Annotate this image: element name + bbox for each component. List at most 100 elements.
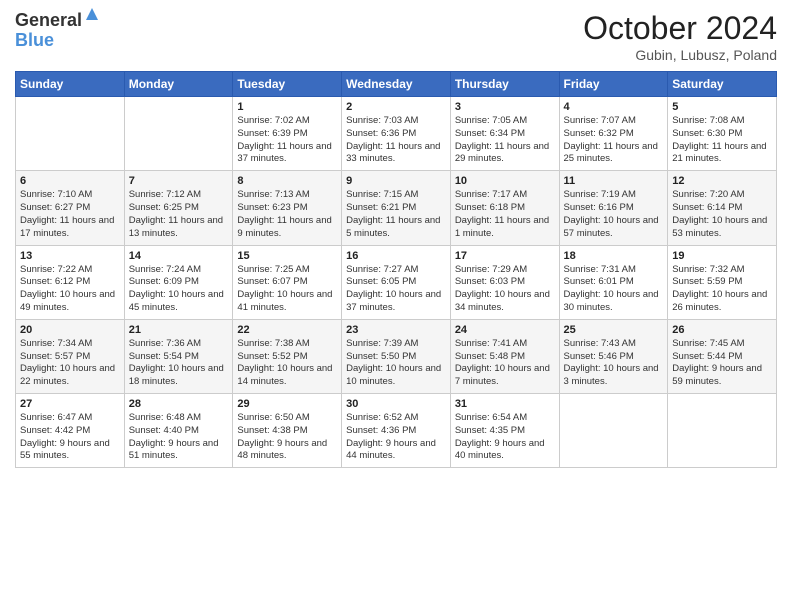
calendar-cell: 1Sunrise: 7:02 AMSunset: 6:39 PMDaylight… [233,97,342,171]
day-info: Sunrise: 7:43 AMSunset: 5:46 PMDaylight:… [564,338,664,389]
calendar-cell: 28 Sunrise: 6:48 AMSunset: 4:40 PMDayligh… [124,394,233,468]
day-info: Sunrise: 6:50 AMSunset: 4:38 PMDaylight:… [237,412,337,463]
calendar-cell: 13 Sunrise: 7:22 AMSunset: 6:12 PMDayligh… [16,245,125,319]
month-title: October 2024 [583,10,777,47]
day-info: Sunrise: 7:39 AMSunset: 5:50 PMDaylight:… [346,338,446,389]
day-info: Sunrise: 7:27 AMSunset: 6:05 PMDaylight:… [346,264,446,315]
day-number: 8 [237,175,337,187]
calendar-cell: 31 Sunrise: 6:54 AMSunset: 4:35 PMDayligh… [450,394,559,468]
day-number: 16 [346,250,446,262]
header-tuesday: Tuesday [233,72,342,97]
calendar-week-row: 27Sunrise: 6:47 AMSunset: 4:42 PMDayligh… [16,394,777,468]
day-info: Sunrise: 7:29 AMSunset: 6:03 PMDaylight:… [455,264,555,315]
calendar-week-row: 13 Sunrise: 7:22 AMSunset: 6:12 PMDayligh… [16,245,777,319]
header-friday: Friday [559,72,668,97]
day-info: Sunrise: 7:45 AMSunset: 5:44 PMDaylight:… [672,338,772,389]
day-number: 4 [564,101,664,113]
calendar-cell [668,394,777,468]
day-number: 1 [237,101,337,113]
day-info: Sunrise: 7:25 AMSunset: 6:07 PMDaylight:… [237,264,337,315]
day-number: 10 [455,175,555,187]
calendar-cell: 14 Sunrise: 7:24 AMSunset: 6:09 PMDayligh… [124,245,233,319]
day-info: Sunrise: 7:41 AMSunset: 5:48 PMDaylight:… [455,338,555,389]
day-number: 24 [455,324,555,336]
day-number: 3 [455,101,555,113]
calendar-cell: 6Sunrise: 7:10 AMSunset: 6:27 PMDaylight… [16,171,125,245]
day-number: 28 [129,398,229,410]
day-info: Sunrise: 6:47 AMSunset: 4:42 PMDaylight:… [20,412,120,463]
day-info: Sunrise: 7:03 AMSunset: 6:36 PMDaylight:… [346,115,446,166]
calendar-cell: 30Sunrise: 6:52 AMSunset: 4:36 PMDayligh… [342,394,451,468]
day-info: Sunrise: 7:20 AMSunset: 6:14 PMDaylight:… [672,189,772,240]
day-number: 31 [455,398,555,410]
calendar-container: General Blue October 2024 Gubin, Lubusz,… [0,0,792,612]
day-info: Sunrise: 7:08 AMSunset: 6:30 PMDaylight:… [672,115,772,166]
calendar-cell: 24 Sunrise: 7:41 AMSunset: 5:48 PMDayligh… [450,319,559,393]
calendar-cell: 12 Sunrise: 7:20 AMSunset: 6:14 PMDayligh… [668,171,777,245]
calendar-cell [16,97,125,171]
weekday-header-row: Sunday Monday Tuesday Wednesday Thursday… [16,72,777,97]
day-info: Sunrise: 7:05 AMSunset: 6:34 PMDaylight:… [455,115,555,166]
day-info: Sunrise: 7:38 AMSunset: 5:52 PMDaylight:… [237,338,337,389]
day-number: 18 [564,250,664,262]
day-info: Sunrise: 7:19 AMSunset: 6:16 PMDaylight:… [564,189,664,240]
calendar-cell: 21Sunrise: 7:36 AMSunset: 5:54 PMDayligh… [124,319,233,393]
day-info: Sunrise: 7:22 AMSunset: 6:12 PMDaylight:… [20,264,120,315]
calendar-cell: 23 Sunrise: 7:39 AMSunset: 5:50 PMDayligh… [342,319,451,393]
day-number: 17 [455,250,555,262]
calendar-cell: 9Sunrise: 7:15 AMSunset: 6:21 PMDaylight… [342,171,451,245]
day-info: Sunrise: 6:48 AMSunset: 4:40 PMDaylight:… [129,412,229,463]
day-info: Sunrise: 7:34 AMSunset: 5:57 PMDaylight:… [20,338,120,389]
day-number: 13 [20,250,120,262]
day-number: 29 [237,398,337,410]
day-number: 26 [672,324,772,336]
day-info: Sunrise: 7:31 AMSunset: 6:01 PMDaylight:… [564,264,664,315]
calendar-cell [559,394,668,468]
day-number: 22 [237,324,337,336]
day-number: 23 [346,324,446,336]
day-info: Sunrise: 7:13 AMSunset: 6:23 PMDaylight:… [237,189,337,240]
header: General Blue October 2024 Gubin, Lubusz,… [15,10,777,63]
day-info: Sunrise: 7:07 AMSunset: 6:32 PMDaylight:… [564,115,664,166]
calendar-cell: 17 Sunrise: 7:29 AMSunset: 6:03 PMDayligh… [450,245,559,319]
day-info: Sunrise: 7:17 AMSunset: 6:18 PMDaylight:… [455,189,555,240]
calendar-cell: 5 Sunrise: 7:08 AMSunset: 6:30 PMDaylight… [668,97,777,171]
day-info: Sunrise: 6:54 AMSunset: 4:35 PMDaylight:… [455,412,555,463]
logo-blue: Blue [15,30,54,50]
day-number: 7 [129,175,229,187]
calendar-cell: 2Sunrise: 7:03 AMSunset: 6:36 PMDaylight… [342,97,451,171]
title-block: October 2024 Gubin, Lubusz, Poland [583,10,777,63]
calendar-cell: 4 Sunrise: 7:07 AMSunset: 6:32 PMDaylight… [559,97,668,171]
calendar-week-row: 20 Sunrise: 7:34 AMSunset: 5:57 PMDayligh… [16,319,777,393]
day-number: 14 [129,250,229,262]
day-number: 11 [564,175,664,187]
logo-icon [84,6,100,22]
calendar-cell: 18 Sunrise: 7:31 AMSunset: 6:01 PMDayligh… [559,245,668,319]
calendar-cell: 15 Sunrise: 7:25 AMSunset: 6:07 PMDayligh… [233,245,342,319]
calendar-cell: 19Sunrise: 7:32 AMSunset: 5:59 PMDayligh… [668,245,777,319]
calendar-cell: 10 Sunrise: 7:17 AMSunset: 6:18 PMDayligh… [450,171,559,245]
day-number: 15 [237,250,337,262]
header-sunday: Sunday [16,72,125,97]
calendar-cell: 11 Sunrise: 7:19 AMSunset: 6:16 PMDayligh… [559,171,668,245]
calendar-cell: 29 Sunrise: 6:50 AMSunset: 4:38 PMDayligh… [233,394,342,468]
calendar-cell: 8 Sunrise: 7:13 AMSunset: 6:23 PMDaylight… [233,171,342,245]
day-number: 12 [672,175,772,187]
calendar-cell: 26 Sunrise: 7:45 AMSunset: 5:44 PMDayligh… [668,319,777,393]
day-info: Sunrise: 7:36 AMSunset: 5:54 PMDaylight:… [129,338,229,389]
logo: General Blue [15,10,100,51]
day-number: 5 [672,101,772,113]
day-info: Sunrise: 7:15 AMSunset: 6:21 PMDaylight:… [346,189,446,240]
header-thursday: Thursday [450,72,559,97]
logo-general: General [15,11,82,31]
day-info: Sunrise: 7:32 AMSunset: 5:59 PMDaylight:… [672,264,772,315]
calendar-week-row: 1Sunrise: 7:02 AMSunset: 6:39 PMDaylight… [16,97,777,171]
day-info: Sunrise: 7:24 AMSunset: 6:09 PMDaylight:… [129,264,229,315]
day-number: 6 [20,175,120,187]
calendar-cell: 27Sunrise: 6:47 AMSunset: 4:42 PMDayligh… [16,394,125,468]
day-info: Sunrise: 6:52 AMSunset: 4:36 PMDaylight:… [346,412,446,463]
header-monday: Monday [124,72,233,97]
day-number: 20 [20,324,120,336]
header-wednesday: Wednesday [342,72,451,97]
calendar-week-row: 6Sunrise: 7:10 AMSunset: 6:27 PMDaylight… [16,171,777,245]
